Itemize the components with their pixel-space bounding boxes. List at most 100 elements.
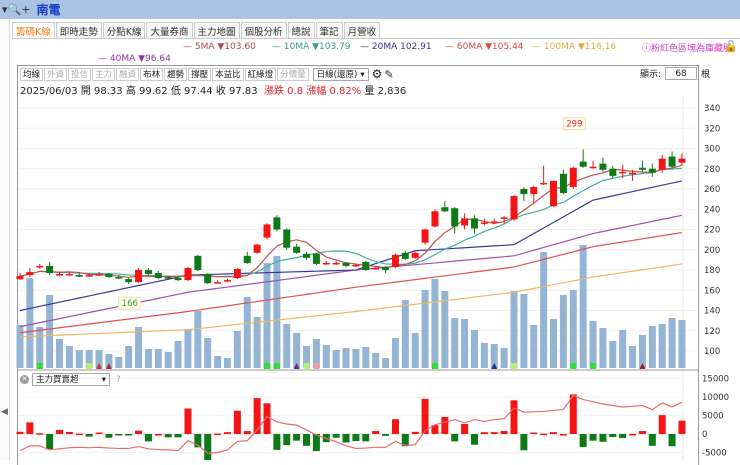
price-tick-label: 140 <box>704 307 720 317</box>
candle-body <box>283 229 291 248</box>
candle-body <box>36 265 44 268</box>
volume-bar <box>352 349 360 368</box>
volume-bar <box>263 263 271 368</box>
candle-body <box>26 272 34 276</box>
indicator-tick-label: 5000 <box>702 412 724 422</box>
candle-body <box>125 279 133 283</box>
volume-bar <box>144 349 152 368</box>
candle-body <box>174 278 182 281</box>
volume-bar <box>56 339 64 368</box>
volume-bar <box>401 300 409 368</box>
main-force-bar <box>75 433 83 436</box>
candle-body <box>233 268 241 279</box>
candle-body <box>105 274 113 278</box>
indicator-tick-label: 15000 <box>702 375 729 385</box>
signal-marker <box>273 363 280 369</box>
volume-bar <box>382 358 390 368</box>
high-price-label: 299 <box>566 120 582 130</box>
candle-body <box>401 252 409 259</box>
main-force-bar <box>648 434 656 446</box>
main-force-bar <box>520 434 528 451</box>
volume-bar <box>362 347 370 368</box>
volume-bar <box>411 333 419 368</box>
volume-bar <box>115 357 123 368</box>
volume-bar <box>470 330 478 368</box>
price-tick-label: 220 <box>704 226 720 236</box>
candle-body <box>421 229 429 243</box>
volume-bar <box>500 348 508 368</box>
candle-body <box>648 168 656 173</box>
main-force-bar <box>362 434 370 442</box>
main-force-bar <box>36 433 44 435</box>
main-force-bar <box>184 408 192 434</box>
volume-bar <box>204 338 212 368</box>
volume-bar <box>214 356 222 368</box>
volume-bar <box>223 358 231 368</box>
volume-bar <box>678 320 686 368</box>
volume-bar <box>540 252 548 368</box>
main-force-bar <box>550 432 558 434</box>
indicator-select[interactable]: 主力買賣超 ▾ <box>32 373 110 386</box>
candle-body <box>599 163 607 170</box>
candle-body <box>253 244 261 253</box>
main-force-bar <box>490 432 498 434</box>
candle-body <box>95 274 103 276</box>
main-force-bar <box>303 434 311 446</box>
indicator-tick-label: -5000 <box>702 449 727 459</box>
volume-bar <box>668 318 676 368</box>
kline-chart[interactable]: 340 320 300 280 260 240 220 200 180 160 140 120 100 1… <box>0 0 740 460</box>
candle-body <box>303 253 311 258</box>
candle-body <box>510 196 518 220</box>
candle-body <box>135 270 143 283</box>
main-force-bar <box>678 420 686 434</box>
candle-body <box>65 274 73 276</box>
volume-bar <box>184 329 192 368</box>
volume-bar <box>154 349 162 368</box>
main-force-bar <box>629 434 637 436</box>
main-force-bar <box>263 403 271 434</box>
main-force-bar <box>95 432 103 435</box>
main-force-bar <box>451 434 459 442</box>
main-force-bar <box>85 434 93 437</box>
candle-body <box>391 254 399 267</box>
price-tick-label: 280 <box>704 165 720 175</box>
candle-body <box>204 274 212 284</box>
main-force-bar <box>144 434 152 442</box>
signal-marker <box>303 363 310 369</box>
candle-body <box>194 255 202 270</box>
volume-bar <box>530 325 538 368</box>
main-force-bar <box>530 432 538 435</box>
candle-body <box>470 218 478 229</box>
price-tick-label: 120 <box>704 327 720 337</box>
price-tick-label: 160 <box>704 286 720 296</box>
indicator-tick-label: 10000 <box>702 393 729 403</box>
candle-body <box>382 266 390 270</box>
candle-body <box>490 221 498 223</box>
candle-body <box>668 156 676 167</box>
volume-bar <box>451 318 459 368</box>
indicator-help-icon[interactable]: ? <box>116 375 121 385</box>
signal-marker <box>570 363 577 369</box>
volume-bar <box>322 345 330 368</box>
close-indicator-icon[interactable]: ✕ <box>20 375 29 384</box>
main-force-bar <box>253 398 261 434</box>
price-tick-label: 320 <box>704 124 720 134</box>
candle-body <box>223 280 231 282</box>
candle-body <box>678 158 686 163</box>
volume-bar <box>125 346 133 368</box>
signal-marker <box>511 363 517 369</box>
volume-bar <box>648 326 656 368</box>
main-force-bar <box>391 419 399 434</box>
candle-body <box>530 186 538 195</box>
low-price-label: 166 <box>122 299 138 309</box>
candle-body <box>154 273 162 279</box>
volume-bar <box>243 297 251 368</box>
signal-marker <box>313 363 320 369</box>
indicator-header: ✕ 主力買賣超 ▾ ? <box>20 373 121 386</box>
main-force-bar <box>233 410 241 434</box>
volume-bar <box>629 346 637 368</box>
candle-body <box>85 275 93 277</box>
candle-body <box>550 180 558 207</box>
main-force-bar <box>65 431 73 434</box>
candle-body <box>589 166 597 169</box>
